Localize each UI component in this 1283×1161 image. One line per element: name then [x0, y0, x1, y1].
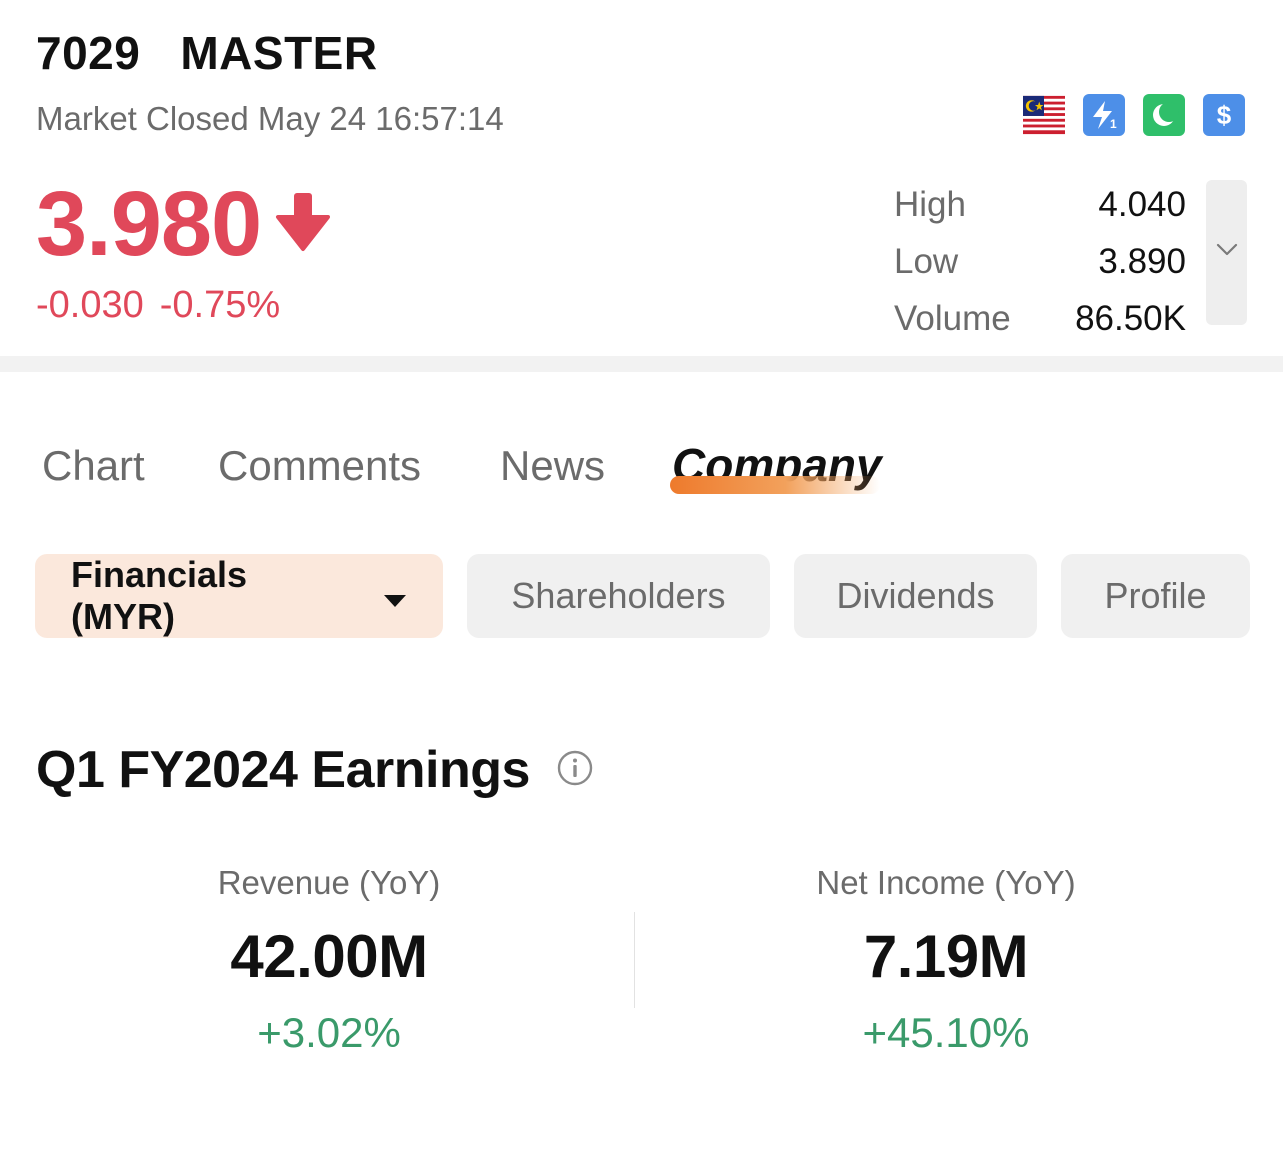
main-tabs: Chart Comments News Company [0, 432, 1283, 502]
stat-value: 3.890 [1098, 241, 1186, 281]
stock-name: MASTER [180, 27, 378, 79]
metric-value: 42.00M [230, 923, 428, 990]
subtab-label: Shareholders [511, 575, 726, 616]
metric-change: +3.02% [257, 1009, 401, 1056]
change-percent: -0.75% [159, 284, 281, 326]
subtab-label: Dividends [836, 575, 995, 616]
stat-low: Low 3.890 [894, 233, 1186, 290]
subtab-shareholders[interactable]: Shareholders [467, 554, 770, 638]
svg-text:1: 1 [1110, 117, 1117, 131]
subtab-label: Financials (MYR) [71, 554, 248, 637]
metric-change: +45.10% [862, 1009, 1030, 1056]
stat-value: 4.040 [1098, 184, 1186, 224]
net-income-metric[interactable]: Net Income (YoY) 7.19M +45.10% [666, 864, 1226, 1057]
dollar-icon[interactable]: $ [1203, 94, 1245, 136]
stat-label: Low [894, 241, 959, 281]
market-status: Market Closed May 24 16:57:14 [36, 100, 504, 137]
expand-stats-button[interactable] [1206, 180, 1247, 325]
change-value: -0.030 [36, 284, 144, 326]
earnings-header: Q1 FY2024 Earnings [36, 740, 594, 800]
metric-divider [634, 912, 635, 1008]
crescent-moon-icon[interactable] [1143, 94, 1185, 136]
malaysia-flag-icon[interactable] [1023, 94, 1065, 136]
company-subtabs: Financials (MYR) Shareholders Dividends … [35, 554, 1250, 638]
badges: 1 $ [1023, 94, 1245, 136]
last-price: 3.980 [36, 173, 262, 275]
stock-code: 7029 [36, 27, 141, 79]
stat-label: High [894, 184, 966, 224]
down-arrow-icon [275, 191, 331, 258]
stat-volume: Volume 86.50K [894, 290, 1186, 347]
stat-label: Volume [894, 298, 1011, 338]
metric-label: Revenue (YoY) [217, 864, 441, 901]
tab-news[interactable]: News [500, 442, 605, 490]
subtab-financials[interactable]: Financials (MYR) [35, 554, 443, 638]
revenue-metric[interactable]: Revenue (YoY) 42.00M +3.02% [49, 864, 609, 1057]
stat-high: High 4.040 [894, 176, 1186, 233]
chevron-down-icon [1216, 243, 1238, 262]
active-tab-indicator [670, 476, 880, 494]
subtab-dividends[interactable]: Dividends [794, 554, 1037, 638]
quote-header: 7029 MASTER Market Closed May 24 16:57:1… [0, 0, 1283, 356]
subtab-label: Profile [1104, 575, 1207, 616]
ticker: 7029 MASTER [36, 26, 378, 80]
info-icon[interactable] [556, 749, 594, 792]
caret-down-icon [383, 575, 407, 617]
lightning-level1-icon[interactable]: 1 [1083, 94, 1125, 136]
section-divider [0, 356, 1283, 372]
price-change: -0.030 -0.75% [36, 284, 280, 327]
earnings-title: Q1 FY2024 Earnings [36, 741, 530, 799]
svg-text:$: $ [1217, 100, 1232, 130]
stat-value: 86.50K [1075, 298, 1186, 338]
metric-value: 7.19M [863, 923, 1029, 990]
quote-stats: High 4.040 Low 3.890 Volume 86.50K [894, 176, 1186, 347]
metric-label: Net Income (YoY) [816, 864, 1076, 901]
price: 3.980 [36, 178, 331, 270]
subtab-profile[interactable]: Profile [1061, 554, 1250, 638]
tab-comments[interactable]: Comments [218, 442, 421, 490]
tab-chart[interactable]: Chart [42, 442, 145, 490]
